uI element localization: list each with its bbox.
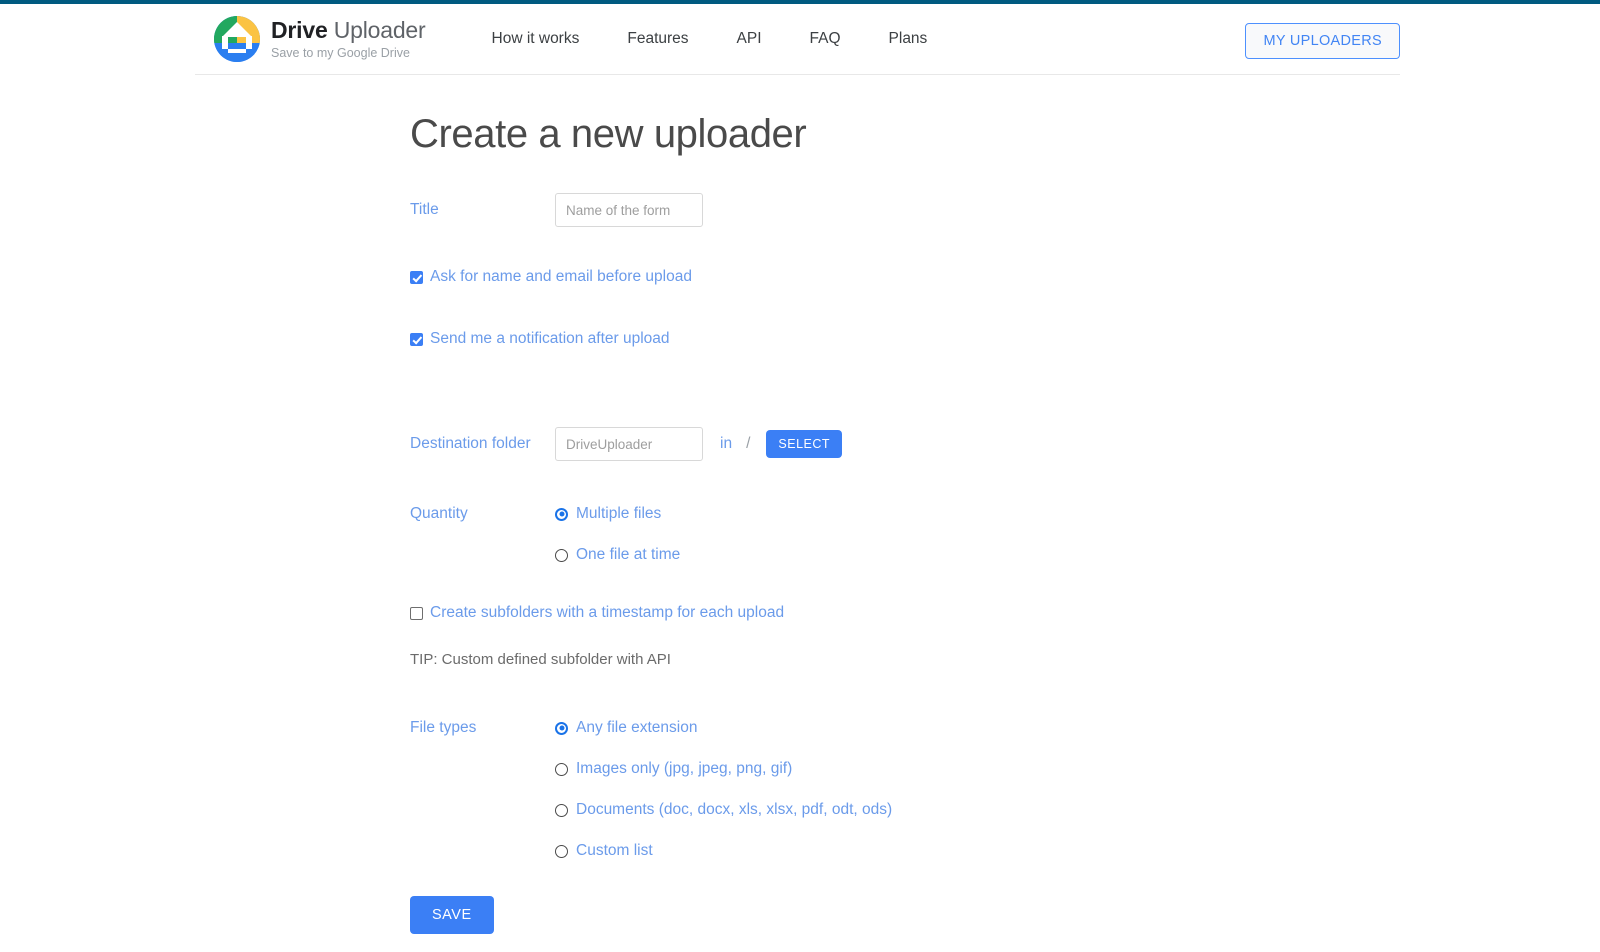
- destination-in-word: in: [720, 435, 733, 452]
- brand-text: Drive Uploader Save to my Google Drive: [271, 16, 426, 60]
- my-uploaders-button[interactable]: MY UPLOADERS: [1245, 23, 1400, 59]
- nav-item-how-it-works[interactable]: How it works: [492, 30, 580, 48]
- quantity-radio-group: Multiple files One file at time: [555, 505, 680, 564]
- brand-title-light: Uploader: [333, 16, 426, 43]
- nav-item-api[interactable]: API: [737, 30, 762, 48]
- notify-after-upload-checkbox[interactable]: [410, 332, 423, 346]
- ask-name-email-label[interactable]: Ask for name and email before upload: [430, 268, 692, 286]
- file-types-label: File types: [410, 719, 477, 736]
- file-types-row: File types Any file extension Images onl…: [410, 719, 1400, 860]
- brand-title-bold: Drive: [271, 16, 328, 43]
- api-subfolder-tip: TIP: Custom defined subfolder with API: [410, 651, 671, 668]
- quantity-label-one-file[interactable]: One file at time: [576, 546, 680, 564]
- destination-path: /: [746, 435, 751, 452]
- destination-folder-input[interactable]: [555, 427, 703, 461]
- create-subfolders-label[interactable]: Create subfolders with a timestamp for e…: [430, 604, 784, 622]
- file-type-radio-any[interactable]: [555, 721, 568, 735]
- nav-item-features[interactable]: Features: [627, 30, 688, 48]
- ask-name-email-checkbox[interactable]: [410, 270, 423, 284]
- file-types-radio-group: Any file extension Images only (jpg, jpe…: [555, 719, 892, 860]
- main-content: Create a new uploader Title Ask for name…: [195, 74, 1400, 934]
- nav-item-faq[interactable]: FAQ: [810, 30, 841, 48]
- site-header: Drive Uploader Save to my Google Drive H…: [195, 4, 1400, 75]
- brand-logo[interactable]: Drive Uploader Save to my Google Drive: [214, 16, 426, 62]
- brand-tagline: Save to my Google Drive: [271, 45, 410, 60]
- brand-title: Drive Uploader: [271, 16, 426, 43]
- create-uploader-form: Title Ask for name and email before uplo…: [410, 193, 1400, 934]
- quantity-row: Quantity Multiple files One file at time: [410, 505, 1400, 564]
- main-nav: How it works Features API FAQ Plans: [492, 30, 928, 48]
- file-type-radio-images[interactable]: [555, 762, 568, 776]
- notify-after-upload-label[interactable]: Send me a notification after upload: [430, 330, 670, 348]
- title-input[interactable]: [555, 193, 703, 227]
- create-subfolders-checkbox[interactable]: [410, 606, 423, 620]
- quantity-label: Quantity: [410, 505, 468, 522]
- ask-name-email-row[interactable]: Ask for name and email before upload: [410, 268, 1400, 286]
- file-type-label-custom[interactable]: Custom list: [576, 842, 653, 860]
- title-row: Title: [410, 193, 1400, 227]
- destination-folder-label: Destination folder: [410, 435, 531, 452]
- file-type-label-documents[interactable]: Documents (doc, docx, xls, xlsx, pdf, od…: [576, 801, 892, 819]
- quantity-option-multiple-files[interactable]: Multiple files: [555, 505, 680, 523]
- drive-uploader-logo-icon: [214, 16, 260, 62]
- save-button[interactable]: SAVE: [410, 896, 494, 934]
- file-type-option-documents[interactable]: Documents (doc, docx, xls, xlsx, pdf, od…: [555, 801, 892, 819]
- create-subfolders-row[interactable]: Create subfolders with a timestamp for e…: [410, 604, 1400, 622]
- notify-after-upload-row[interactable]: Send me a notification after upload: [410, 330, 1400, 348]
- nav-item-plans[interactable]: Plans: [889, 30, 928, 48]
- file-type-label-images[interactable]: Images only (jpg, jpeg, png, gif): [576, 760, 792, 778]
- destination-folder-row: Destination folder in / SELECT: [410, 427, 1400, 461]
- quantity-label-multiple-files[interactable]: Multiple files: [576, 505, 661, 523]
- file-type-radio-custom[interactable]: [555, 844, 568, 858]
- file-type-option-images[interactable]: Images only (jpg, jpeg, png, gif): [555, 760, 892, 778]
- select-folder-button[interactable]: SELECT: [766, 430, 843, 458]
- file-type-radio-documents[interactable]: [555, 803, 568, 817]
- quantity-radio-multiple-files[interactable]: [555, 507, 568, 521]
- file-type-option-any[interactable]: Any file extension: [555, 719, 892, 737]
- file-type-option-custom[interactable]: Custom list: [555, 842, 892, 860]
- quantity-option-one-file[interactable]: One file at time: [555, 546, 680, 564]
- page-title: Create a new uploader: [410, 112, 807, 156]
- file-type-label-any[interactable]: Any file extension: [576, 719, 698, 737]
- quantity-radio-one-file[interactable]: [555, 548, 568, 562]
- title-label: Title: [410, 201, 439, 218]
